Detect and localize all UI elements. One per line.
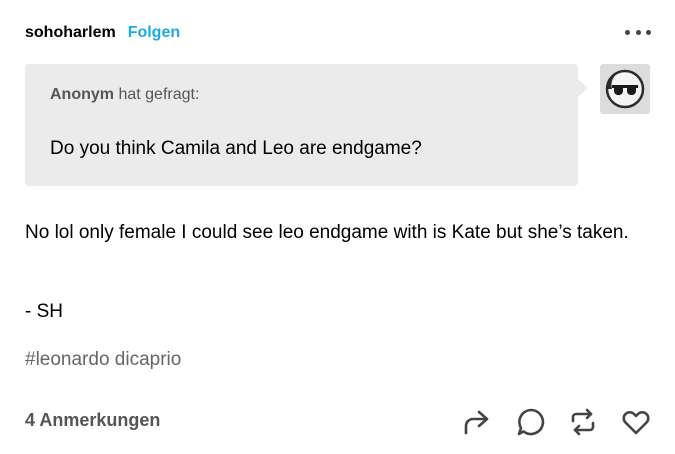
answer-signature: - SH <box>25 301 63 322</box>
reblog-button[interactable] <box>567 406 599 438</box>
ask-question: Do you think Camila and Leo are endgame? <box>50 138 422 159</box>
notes-count[interactable]: 4 Anmerkungen <box>25 410 160 431</box>
more-options-icon[interactable] <box>625 22 651 42</box>
post-header: sohoharlem Folgen <box>25 20 180 46</box>
like-button[interactable] <box>620 406 652 438</box>
asked-label: hat gefragt: <box>118 86 200 103</box>
post-card: sohoharlem Folgen Anonym hat gefragt: Do… <box>0 0 675 454</box>
asker-line: Anonym hat gefragt: <box>50 86 199 104</box>
share-button[interactable] <box>462 406 494 438</box>
like-icon <box>622 411 650 435</box>
more-dot <box>625 29 630 35</box>
ask-bubble: Anonym hat gefragt: Do you think Camila … <box>25 64 578 186</box>
share-icon <box>464 410 489 435</box>
tag-link[interactable]: #leonardo dicaprio <box>25 346 181 374</box>
reblog-icon <box>571 408 595 436</box>
answer-text: No lol only female I could see leo endga… <box>25 222 629 243</box>
asker-avatar[interactable] <box>600 64 650 114</box>
blog-username[interactable]: sohoharlem <box>25 24 116 42</box>
reply-button[interactable] <box>515 406 547 438</box>
more-dot <box>635 29 641 35</box>
more-dot <box>646 29 651 35</box>
ask-bubble-pointer <box>578 79 588 97</box>
follow-button[interactable]: Folgen <box>128 24 180 42</box>
asker-name: Anonym <box>50 86 114 103</box>
sunglasses-avatar-icon <box>605 69 645 109</box>
reply-icon <box>517 408 545 436</box>
post-actions <box>462 406 652 438</box>
